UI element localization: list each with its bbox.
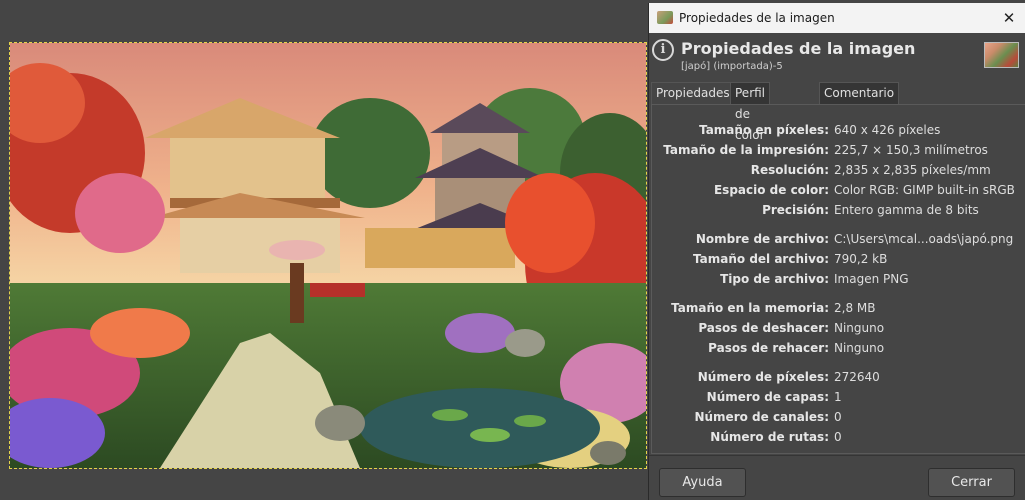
property-row: Espacio de color: Color RGB: GIMP built-… (652, 181, 1025, 201)
property-value: Entero gamma de 8 bits (834, 203, 979, 217)
property-label: Tamaño de la impresión: (663, 143, 829, 157)
property-row: Pasos de rehacer: Ninguno (652, 339, 1025, 359)
dialog-header: i Propiedades de la imagen [japó] (impor… (649, 37, 1025, 79)
property-value: 2,835 x 2,835 píxeles/mm (834, 163, 991, 177)
property-label: Número de píxeles: (697, 370, 829, 384)
property-value: 272640 (834, 370, 880, 384)
close-icon[interactable]: ✕ (998, 7, 1020, 29)
properties-panel: Tamaño en píxeles: 640 x 426 píxeles Tam… (651, 104, 1025, 454)
property-label: Pasos de rehacer: (708, 341, 829, 355)
window-title: Propiedades de la imagen (679, 11, 835, 25)
help-button[interactable]: Ayuda (659, 468, 746, 497)
property-value: 640 x 426 píxeles (834, 123, 941, 137)
gimp-image-icon (657, 11, 673, 24)
image-canvas-area[interactable] (0, 0, 648, 500)
property-label: Espacio de color: (713, 183, 829, 197)
tab-perfil-de-color[interactable]: Perfil de color (730, 82, 771, 142)
property-label: Número de capas: (706, 390, 829, 404)
property-value: C:\Users\mcal...oads\japó.png (834, 232, 1014, 246)
property-row: Tipo de archivo: Imagen PNG (652, 270, 1025, 290)
dialog-titlebar[interactable]: Propiedades de la imagen ✕ (649, 3, 1025, 33)
dialog-heading: Propiedades de la imagen (681, 39, 916, 58)
property-row: Nombre de archivo: C:\Users\mcal...oads\… (652, 230, 1025, 250)
japanese-garden-image (10, 43, 646, 468)
property-row: Número de capas: 1 (652, 388, 1025, 408)
image-properties-dialog: Propiedades de la imagen ✕ i Propiedades… (648, 3, 1025, 500)
property-row: Tamaño en píxeles: 640 x 426 píxeles (652, 121, 1025, 141)
property-label: Tamaño en la memoria: (671, 301, 829, 315)
property-value: Imagen PNG (834, 272, 909, 286)
property-row: Tamaño del archivo: 790,2 kB (652, 250, 1025, 270)
property-label: Nombre de archivo: (695, 232, 829, 246)
property-row: Tamaño de la impresión: 225,7 × 150,3 mi… (652, 141, 1025, 161)
property-row: Número de píxeles: 272640 (652, 368, 1025, 388)
image-thumbnail (984, 42, 1019, 68)
property-label: Precisión: (762, 203, 829, 217)
property-label: Número de canales: (694, 410, 829, 424)
footer-divider (649, 455, 1025, 456)
property-label: Número de rutas: (710, 430, 829, 444)
property-row: Resolución: 2,835 x 2,835 píxeles/mm (652, 161, 1025, 181)
property-label: Resolución: (750, 163, 829, 177)
property-value: Color RGB: GIMP built-in sRGB (834, 183, 1015, 197)
info-icon: i (652, 39, 674, 61)
property-value: Ninguno (834, 341, 885, 355)
property-value: Ninguno (834, 321, 885, 335)
property-row: Número de canales: 0 (652, 408, 1025, 428)
property-label: Tamaño del archivo: (693, 252, 829, 266)
tab-propiedades[interactable]: Propiedades (651, 82, 735, 105)
property-label: Tamaño en píxeles: (699, 123, 829, 137)
property-row: Número de rutas: 0 (652, 428, 1025, 448)
property-value: 0 (834, 430, 842, 444)
property-value: 0 (834, 410, 842, 424)
property-value: 1 (834, 390, 842, 404)
property-label: Tipo de archivo: (720, 272, 829, 286)
property-value: 2,8 MB (834, 301, 876, 315)
image-canvas[interactable] (9, 42, 647, 469)
property-row: Pasos de deshacer: Ninguno (652, 319, 1025, 339)
close-button[interactable]: Cerrar (928, 468, 1015, 497)
property-row: Precisión: Entero gamma de 8 bits (652, 201, 1025, 221)
property-label: Pasos de deshacer: (698, 321, 829, 335)
image-name-subtitle: [japó] (importada)-5 (681, 61, 783, 72)
property-value: 225,7 × 150,3 milímetros (834, 143, 988, 157)
tab-comentario[interactable]: Comentario (819, 82, 900, 105)
property-value: 790,2 kB (834, 252, 888, 266)
property-row: Tamaño en la memoria: 2,8 MB (652, 299, 1025, 319)
